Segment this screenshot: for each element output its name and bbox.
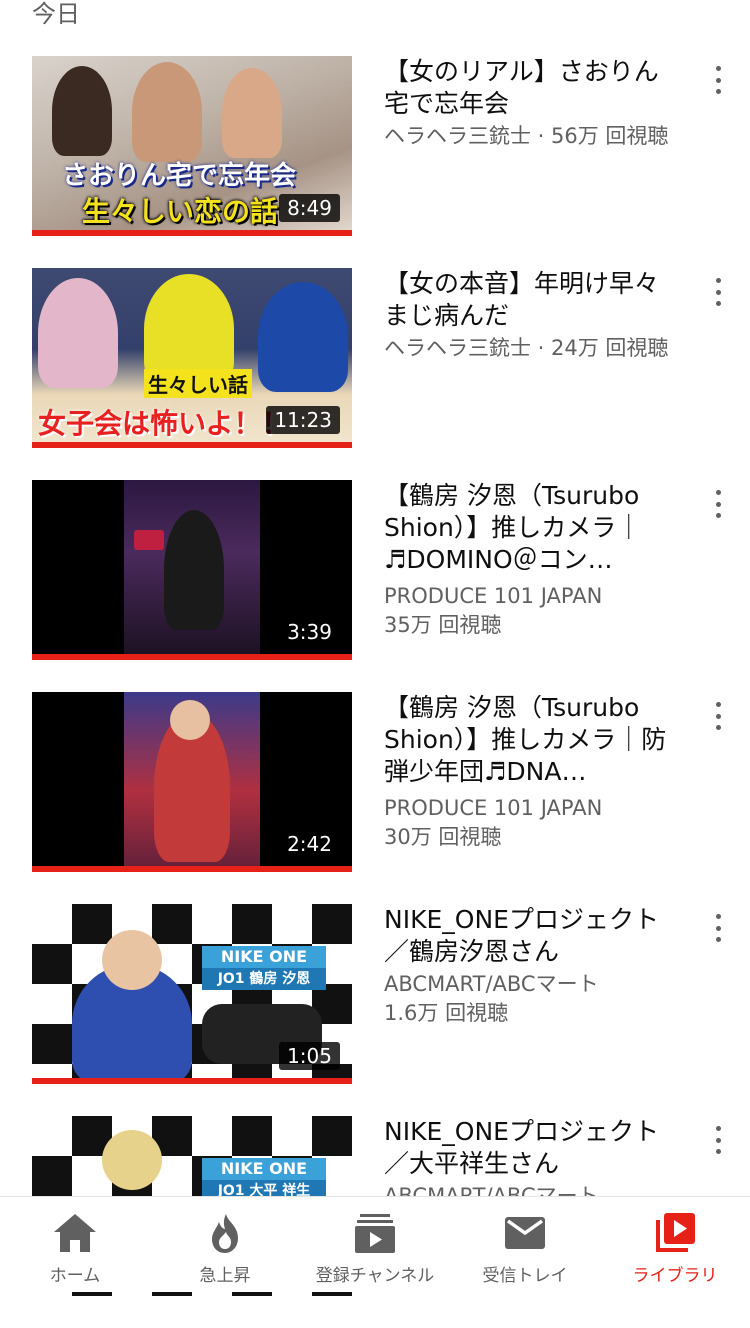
video-item[interactable]: さおりん宅で忘年会 生々しい恋の話 8:49 【女のリアル】さおりん宅で忘年会 … <box>0 56 750 268</box>
more-options-icon[interactable] <box>706 274 730 310</box>
video-views: 35万 回視聴 <box>384 613 502 637</box>
video-channel: ヘラヘラ三銃士 · 56万 回視聴 <box>384 124 669 148</box>
video-item[interactable]: 生々しい話 女子会は怖いよ！！ 11:23 【女の本音】年明け早々まじ病んだ ヘ… <box>0 268 750 480</box>
video-title[interactable]: NIKE_ONEプロジェクト／大平祥生さん <box>384 1116 674 1180</box>
thumbnail-caption-bottom: 生々しい恋の話 <box>82 195 279 228</box>
thumbnail-caption-top: さおりん宅で忘年会 <box>62 161 297 191</box>
nav-label: ホーム <box>49 1266 101 1286</box>
nav-item-subscriptions[interactable]: 登録チャンネル <box>300 1197 450 1292</box>
watch-progress-bar <box>32 1078 352 1084</box>
flame-icon <box>202 1211 248 1255</box>
video-meta[interactable]: 【鶴房 汐恩（Tsurubo Shion）】推しカメラ｜♬DOMINO＠コン… … <box>384 480 674 640</box>
duration-badge: 11:23 <box>266 406 340 434</box>
duration-badge: 8:49 <box>279 194 340 222</box>
nav-label: 受信トレイ <box>482 1266 568 1286</box>
thumbnail-caption-top: 生々しい話 <box>144 369 252 398</box>
video-meta[interactable]: 【女の本音】年明け早々まじ病んだ ヘラヘラ三銃士 · 24万 回視聴 <box>384 268 674 363</box>
bottom-navigation: ホーム 急上昇 登録チャンネル 受信トレイ ライブラリ <box>0 1196 750 1292</box>
more-options-icon[interactable] <box>706 1122 730 1158</box>
duration-badge: 1:05 <box>279 1042 340 1070</box>
video-item[interactable]: NIKE ONE JO1 鶴房 汐恩 1:05 NIKE_ONEプロジェクト／鶴… <box>0 904 750 1116</box>
more-options-icon[interactable] <box>706 698 730 734</box>
video-title[interactable]: 【女のリアル】さおりん宅で忘年会 <box>384 56 674 120</box>
video-views: 30万 回視聴 <box>384 825 502 849</box>
video-thumbnail[interactable]: 3:39 <box>32 480 352 660</box>
video-channel: PRODUCE 101 JAPAN <box>384 584 603 608</box>
more-options-icon[interactable] <box>706 486 730 522</box>
video-thumbnail[interactable]: 生々しい話 女子会は怖いよ！！ 11:23 <box>32 268 352 448</box>
video-thumbnail[interactable]: 2:42 <box>32 692 352 872</box>
video-channel: ABCMART/ABCマート <box>384 972 599 996</box>
video-item[interactable]: 2:42 【鶴房 汐恩（Tsurubo Shion）】推しカメラ｜防弾少年団♬D… <box>0 692 750 904</box>
nav-label: 急上昇 <box>199 1266 251 1286</box>
home-icon <box>52 1211 98 1255</box>
video-channel: ヘラヘラ三銃士 · 24万 回視聴 <box>384 336 669 360</box>
video-meta[interactable]: 【鶴房 汐恩（Tsurubo Shion）】推しカメラ｜防弾少年団♬DNA… P… <box>384 692 674 852</box>
video-list: さおりん宅で忘年会 生々しい恋の話 8:49 【女のリアル】さおりん宅で忘年会 … <box>0 56 750 1328</box>
thumbnail-caption-bottom: 女子会は怖いよ！！ <box>38 407 290 440</box>
video-thumbnail[interactable]: さおりん宅で忘年会 生々しい恋の話 8:49 <box>32 56 352 236</box>
more-options-icon[interactable] <box>706 910 730 946</box>
nav-label: ライブラリ <box>632 1266 718 1286</box>
video-title[interactable]: NIKE_ONEプロジェクト／鶴房汐恩さん <box>384 904 674 968</box>
nav-item-library[interactable]: ライブラリ <box>600 1197 750 1292</box>
video-title[interactable]: 【鶴房 汐恩（Tsurubo Shion）】推しカメラ｜♬DOMINO＠コン… <box>384 480 674 576</box>
duration-badge: 2:42 <box>279 830 340 858</box>
more-options-icon[interactable] <box>706 62 730 98</box>
video-meta[interactable]: NIKE_ONEプロジェクト／鶴房汐恩さん ABCMART/ABCマート 1.6… <box>384 904 674 1028</box>
nav-item-inbox[interactable]: 受信トレイ <box>450 1197 600 1292</box>
mail-icon <box>502 1211 548 1255</box>
watch-progress-bar <box>32 654 352 660</box>
library-icon <box>652 1211 698 1255</box>
watch-progress-bar <box>32 230 352 236</box>
section-label-today: 今日 <box>32 0 80 28</box>
subscriptions-icon <box>352 1211 398 1255</box>
watch-progress-bar <box>32 866 352 872</box>
video-thumbnail[interactable]: NIKE ONE JO1 鶴房 汐恩 1:05 <box>32 904 352 1084</box>
video-item[interactable]: 3:39 【鶴房 汐恩（Tsurubo Shion）】推しカメラ｜♬DOMINO… <box>0 480 750 692</box>
video-meta[interactable]: 【女のリアル】さおりん宅で忘年会 ヘラヘラ三銃士 · 56万 回視聴 <box>384 56 674 151</box>
video-title[interactable]: 【鶴房 汐恩（Tsurubo Shion）】推しカメラ｜防弾少年団♬DNA… <box>384 692 674 788</box>
thumbnail-tag: NIKE ONE JO1 鶴房 汐恩 <box>202 946 326 990</box>
video-channel: PRODUCE 101 JAPAN <box>384 796 603 820</box>
video-views: 1.6万 回視聴 <box>384 1001 509 1025</box>
watch-progress-bar <box>32 442 352 448</box>
duration-badge: 3:39 <box>279 618 340 646</box>
video-title[interactable]: 【女の本音】年明け早々まじ病んだ <box>384 268 674 332</box>
nav-item-trending[interactable]: 急上昇 <box>150 1197 300 1292</box>
nav-item-home[interactable]: ホーム <box>0 1197 150 1292</box>
nav-label: 登録チャンネル <box>315 1266 435 1286</box>
